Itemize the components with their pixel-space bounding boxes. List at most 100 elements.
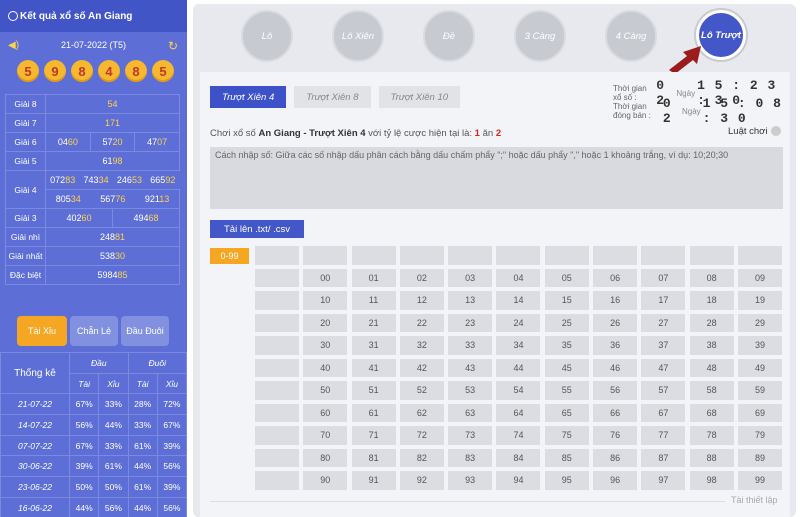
number-cell[interactable]: 82 <box>399 448 444 467</box>
number-cell[interactable]: 51 <box>351 381 396 400</box>
rules-link[interactable]: Luật chơi <box>728 126 781 137</box>
number-cell[interactable]: 28 <box>689 313 734 332</box>
number-cell[interactable]: 57 <box>641 381 686 400</box>
number-cell[interactable]: 86 <box>593 448 638 467</box>
tab-truot-xien-4[interactable]: Trượt Xiên 4 <box>210 86 287 108</box>
number-cell[interactable]: 84 <box>496 448 541 467</box>
tab-truot-xien-10[interactable]: Trượt Xiên 10 <box>378 86 461 108</box>
number-cell[interactable]: 22 <box>399 313 444 332</box>
number-cell[interactable]: 39 <box>737 336 782 355</box>
number-cell[interactable]: 08 <box>689 268 734 287</box>
number-cell[interactable]: 61 <box>351 403 396 422</box>
number-cell[interactable]: 74 <box>496 426 541 445</box>
number-cell[interactable]: 98 <box>689 471 734 490</box>
draw-date[interactable]: 21-07-2022 (T5) <box>0 40 187 52</box>
upload-button[interactable]: Tải lên .txt/ .csv <box>210 220 304 238</box>
tab-chan-le[interactable]: Chẵn Lẻ <box>70 316 118 346</box>
range-button[interactable]: 0-99 <box>210 248 249 264</box>
quick-select-cell[interactable] <box>255 358 299 377</box>
quick-select-cell[interactable] <box>255 336 299 355</box>
number-cell[interactable]: 97 <box>641 471 686 490</box>
number-cell[interactable]: 95 <box>544 471 589 490</box>
number-cell[interactable]: 88 <box>689 448 734 467</box>
number-cell[interactable]: 41 <box>351 358 396 377</box>
number-cell[interactable]: 16 <box>593 291 638 310</box>
number-cell[interactable]: 15 <box>544 291 589 310</box>
number-cell[interactable]: 40 <box>303 358 348 377</box>
number-cell[interactable]: 52 <box>399 381 444 400</box>
number-cell[interactable]: 29 <box>737 313 782 332</box>
quick-select-cell[interactable] <box>255 313 299 332</box>
number-cell[interactable]: 70 <box>303 426 348 445</box>
number-cell[interactable]: 93 <box>448 471 493 490</box>
number-cell[interactable]: 96 <box>593 471 638 490</box>
number-cell[interactable]: 55 <box>544 381 589 400</box>
number-cell[interactable]: 66 <box>593 403 638 422</box>
number-cell[interactable]: 44 <box>496 358 541 377</box>
number-cell[interactable]: 92 <box>399 471 444 490</box>
nav-lo[interactable]: Lô <box>241 10 293 62</box>
number-cell[interactable]: 46 <box>593 358 638 377</box>
number-cell[interactable]: 06 <box>593 268 638 287</box>
number-cell[interactable]: 49 <box>737 358 782 377</box>
number-cell[interactable]: 14 <box>496 291 541 310</box>
nav-lo-truot[interactable]: Lô Trượt <box>696 10 746 60</box>
number-cell[interactable]: 68 <box>689 403 734 422</box>
quick-select-cell[interactable] <box>496 246 541 265</box>
number-cell[interactable]: 48 <box>689 358 734 377</box>
quick-select-cell[interactable] <box>544 246 589 265</box>
number-cell[interactable]: 13 <box>448 291 493 310</box>
number-cell[interactable]: 80 <box>303 448 348 467</box>
number-cell[interactable]: 89 <box>737 448 782 467</box>
number-cell[interactable]: 79 <box>737 426 782 445</box>
number-cell[interactable]: 83 <box>448 448 493 467</box>
number-cell[interactable]: 27 <box>641 313 686 332</box>
number-cell[interactable]: 30 <box>303 336 348 355</box>
number-cell[interactable]: 73 <box>448 426 493 445</box>
number-cell[interactable]: 94 <box>496 471 541 490</box>
number-cell[interactable]: 90 <box>303 471 348 490</box>
number-cell[interactable]: 19 <box>737 291 782 310</box>
number-cell[interactable]: 09 <box>737 268 782 287</box>
number-cell[interactable]: 00 <box>303 268 348 287</box>
number-cell[interactable]: 47 <box>641 358 686 377</box>
number-cell[interactable]: 20 <box>303 313 348 332</box>
number-cell[interactable]: 24 <box>496 313 541 332</box>
number-cell[interactable]: 33 <box>448 336 493 355</box>
number-cell[interactable]: 77 <box>641 426 686 445</box>
quick-select-cell[interactable] <box>255 448 299 467</box>
number-cell[interactable]: 72 <box>399 426 444 445</box>
number-cell[interactable]: 59 <box>737 381 782 400</box>
quick-select-cell[interactable] <box>593 246 638 265</box>
number-cell[interactable]: 37 <box>641 336 686 355</box>
nav-4-cang[interactable]: 4 Càng <box>605 10 657 62</box>
quick-select-cell[interactable] <box>255 471 299 490</box>
number-cell[interactable]: 78 <box>689 426 734 445</box>
number-cell[interactable]: 35 <box>544 336 589 355</box>
number-cell[interactable]: 91 <box>351 471 396 490</box>
number-cell[interactable]: 10 <box>303 291 348 310</box>
quick-select-cell[interactable] <box>399 246 444 265</box>
number-cell[interactable]: 76 <box>593 426 638 445</box>
number-cell[interactable]: 43 <box>448 358 493 377</box>
quick-select-cell[interactable] <box>641 246 686 265</box>
quick-select-cell[interactable] <box>448 246 493 265</box>
number-cell[interactable]: 12 <box>399 291 444 310</box>
reset-link[interactable]: Tài thiết lập <box>731 495 778 505</box>
number-cell[interactable]: 36 <box>593 336 638 355</box>
quick-select-cell[interactable] <box>303 246 348 265</box>
number-cell[interactable]: 53 <box>448 381 493 400</box>
nav-de[interactable]: Đề <box>423 10 475 62</box>
quick-select-cell[interactable] <box>255 381 299 400</box>
number-cell[interactable]: 50 <box>303 381 348 400</box>
tab-dau-duoi[interactable]: Đầu Đuôi <box>121 316 169 346</box>
quick-select-cell[interactable] <box>255 403 299 422</box>
tab-tai-xiu[interactable]: Tài Xỉu <box>17 316 67 346</box>
number-cell[interactable]: 69 <box>737 403 782 422</box>
number-cell[interactable]: 54 <box>496 381 541 400</box>
number-cell[interactable]: 99 <box>737 471 782 490</box>
quick-select-cell[interactable] <box>255 246 299 265</box>
number-cell[interactable]: 63 <box>448 403 493 422</box>
quick-select-cell[interactable] <box>255 268 299 287</box>
number-cell[interactable]: 60 <box>303 403 348 422</box>
